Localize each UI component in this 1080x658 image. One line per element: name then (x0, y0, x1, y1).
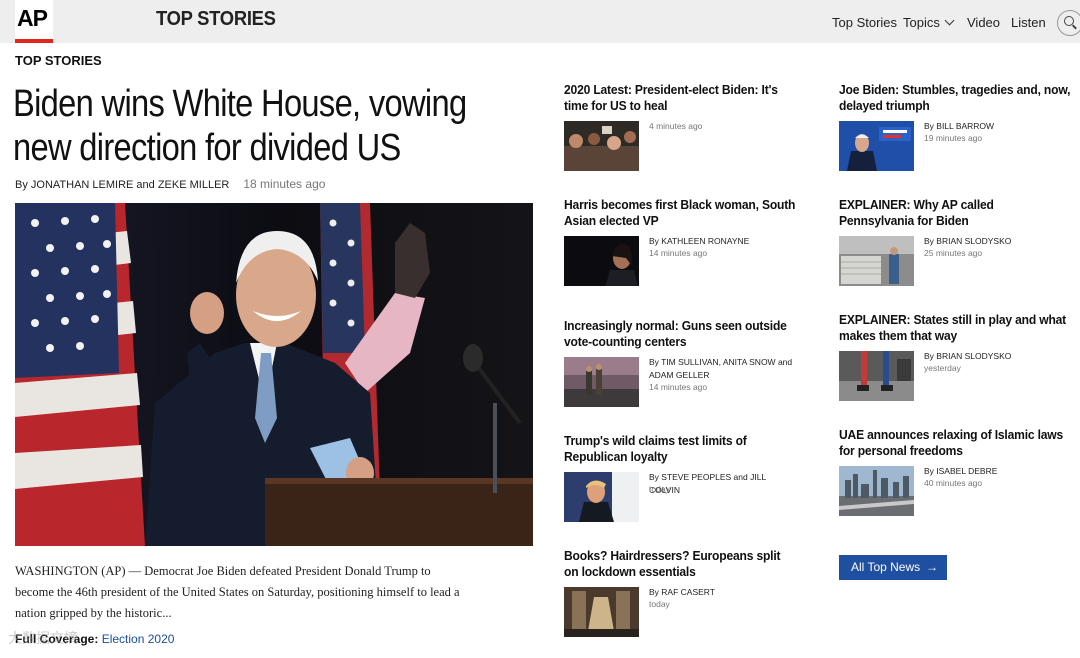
story-byline[interactable]: By RAF CASERT (649, 586, 799, 599)
story-time: 19 minutes ago (924, 133, 983, 143)
logo-accent-bar (15, 39, 53, 43)
story-card[interactable]: EXPLAINER: Why AP called Pennsylvania fo… (839, 197, 1074, 297)
story-card[interactable]: EXPLAINER: States still in play and what… (839, 312, 1074, 407)
thumb-biden-stage (839, 121, 914, 171)
main-time: 18 minutes ago (243, 177, 326, 191)
thumb-dubai (839, 466, 914, 516)
story-thumbnail[interactable] (564, 357, 639, 407)
thumb-guns (564, 357, 639, 407)
main-headline[interactable]: Biden wins White House, vowing new direc… (13, 82, 477, 170)
story-title[interactable]: EXPLAINER: Why AP called Pennsylvania fo… (839, 197, 1072, 229)
story-card[interactable]: Joe Biden: Stumbles, tragedies and, now,… (839, 82, 1074, 177)
story-thumbnail[interactable] (564, 472, 639, 522)
story-title[interactable]: EXPLAINER: States still in play and what… (839, 312, 1072, 344)
all-top-news-button[interactable]: All Top News → (839, 555, 947, 580)
arrow-right-icon: → (926, 560, 939, 574)
story-byline[interactable]: By BRIAN SLODYSKO (924, 350, 1074, 363)
story-time: 40 minutes ago (924, 478, 983, 488)
all-top-news-label: All Top News (851, 560, 921, 574)
search-button[interactable] (1057, 10, 1080, 36)
nav-topics-label: Topics (903, 15, 940, 30)
main-lede: WASHINGTON (AP) — Democrat Joe Biden def… (15, 564, 460, 620)
story-time: yesterday (924, 363, 961, 373)
main-kicker: TOP STORIES (15, 53, 102, 68)
ap-logo[interactable]: AP (15, 0, 53, 43)
nav-video[interactable]: Video (967, 15, 1000, 30)
story-byline[interactable]: By TIM SULLIVAN, ANITA SNOW and ADAM GEL… (649, 356, 799, 382)
story-card[interactable]: 2020 Latest: President-elect Biden: It's… (564, 82, 799, 177)
story-time: today (649, 599, 670, 609)
story-byline[interactable]: By BRIAN SLODYSKO (924, 235, 1074, 248)
story-byline[interactable]: By STEVE PEOPLES and JILL COLVIN (649, 471, 799, 497)
watermark: 大数据文摘 (8, 630, 78, 646)
story-time: today (649, 484, 670, 494)
story-title[interactable]: Joe Biden: Stumbles, tragedies and, now,… (839, 82, 1072, 114)
story-title[interactable]: Trump's wild claims test limits of Repub… (564, 433, 797, 465)
story-title[interactable]: Increasingly normal: Guns seen outside v… (564, 318, 797, 350)
story-byline[interactable]: By KATHLEEN RONAYNE (649, 235, 799, 248)
hero-photo-biden (15, 203, 533, 546)
nav-topics[interactable]: Topics (903, 15, 955, 30)
story-thumbnail[interactable] (839, 466, 914, 516)
main-byline-authors[interactable]: By JONATHAN LEMIRE and ZEKE MILLER (15, 179, 229, 191)
story-thumbnail[interactable] (839, 121, 914, 171)
story-title[interactable]: Harris becomes first Black woman, South … (564, 197, 797, 229)
story-thumbnail[interactable] (564, 121, 639, 171)
story-card[interactable]: Harris becomes first Black woman, South … (564, 197, 799, 297)
nav-top-stories[interactable]: Top Stories (832, 15, 897, 30)
logo-text: AP (17, 5, 48, 31)
chevron-down-icon (944, 15, 955, 26)
story-title[interactable]: 2020 Latest: President-elect Biden: It's… (564, 82, 797, 114)
thumb-crowd (564, 121, 639, 171)
thumb-counting (839, 236, 914, 286)
story-card[interactable]: Books? Hairdressers? Europeans split on … (564, 548, 799, 643)
story-time: 25 minutes ago (924, 248, 983, 258)
story-card[interactable]: Trump's wild claims test limits of Repub… (564, 433, 799, 528)
story-thumbnail[interactable] (839, 236, 914, 286)
story-card[interactable]: UAE announces relaxing of Islamic laws f… (839, 427, 1074, 522)
story-byline[interactable]: By BILL BARROW (924, 120, 1074, 133)
story-card[interactable]: Increasingly normal: Guns seen outside v… (564, 318, 799, 413)
thumb-feet (839, 351, 914, 401)
main-byline: By JONATHAN LEMIRE and ZEKE MILLER 18 min… (15, 177, 325, 191)
thumb-church (564, 587, 639, 637)
story-byline[interactable]: By ISABEL DEBRE (924, 465, 1074, 478)
story-title[interactable]: UAE announces relaxing of Islamic laws f… (839, 427, 1072, 459)
thumb-trump (564, 472, 639, 522)
thumb-harris (564, 236, 639, 286)
top-bar: AP TOP STORIES Top Stories Topics Video … (0, 0, 1080, 43)
story-thumbnail[interactable] (839, 351, 914, 401)
search-icon-handle (1072, 24, 1077, 30)
story-time: 14 minutes ago (649, 382, 708, 392)
nav-listen[interactable]: Listen (1011, 15, 1046, 30)
header-section-title: TOP STORIES (156, 8, 276, 30)
story-time: 14 minutes ago (649, 248, 708, 258)
story-title[interactable]: Books? Hairdressers? Europeans split on … (564, 548, 797, 580)
story-time: 4 minutes ago (649, 121, 703, 131)
story-thumbnail[interactable] (564, 587, 639, 637)
story-thumbnail[interactable] (564, 236, 639, 286)
hero-image[interactable] (15, 203, 533, 546)
full-coverage-link[interactable]: Election 2020 (102, 632, 175, 646)
